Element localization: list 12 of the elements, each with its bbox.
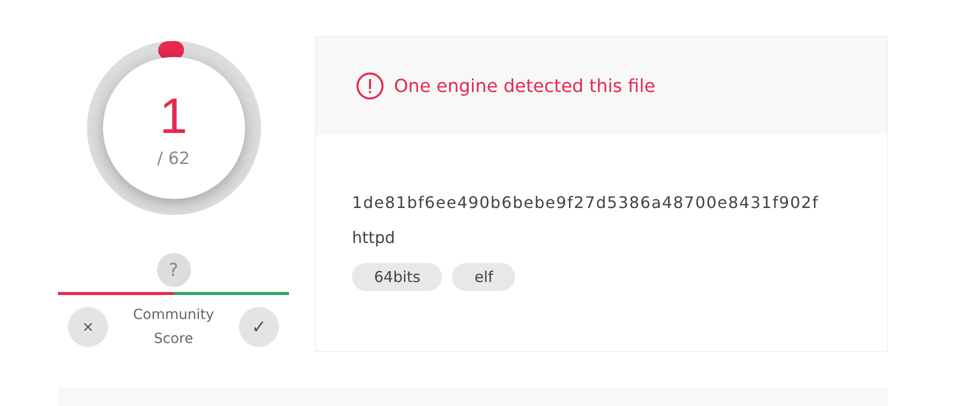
- detection-count: 1: [160, 91, 188, 141]
- vote-harmless-button[interactable]: ✓: [239, 307, 279, 347]
- file-tag[interactable]: 64bits: [352, 263, 442, 291]
- file-tag[interactable]: elf: [452, 263, 516, 291]
- score-marker: ?: [156, 253, 190, 287]
- alert-icon: [356, 72, 384, 100]
- engine-total: / 62: [157, 149, 190, 169]
- vote-malicious-button[interactable]: ×: [68, 307, 108, 347]
- file-name: httpd: [352, 228, 396, 247]
- file-hash: 1de81bf6ee490b6bebe9f27d5386a48700e8431f902f: [352, 193, 820, 212]
- community-score-label: Community Score: [132, 306, 216, 349]
- alert-message: One engine detected this file: [394, 76, 656, 96]
